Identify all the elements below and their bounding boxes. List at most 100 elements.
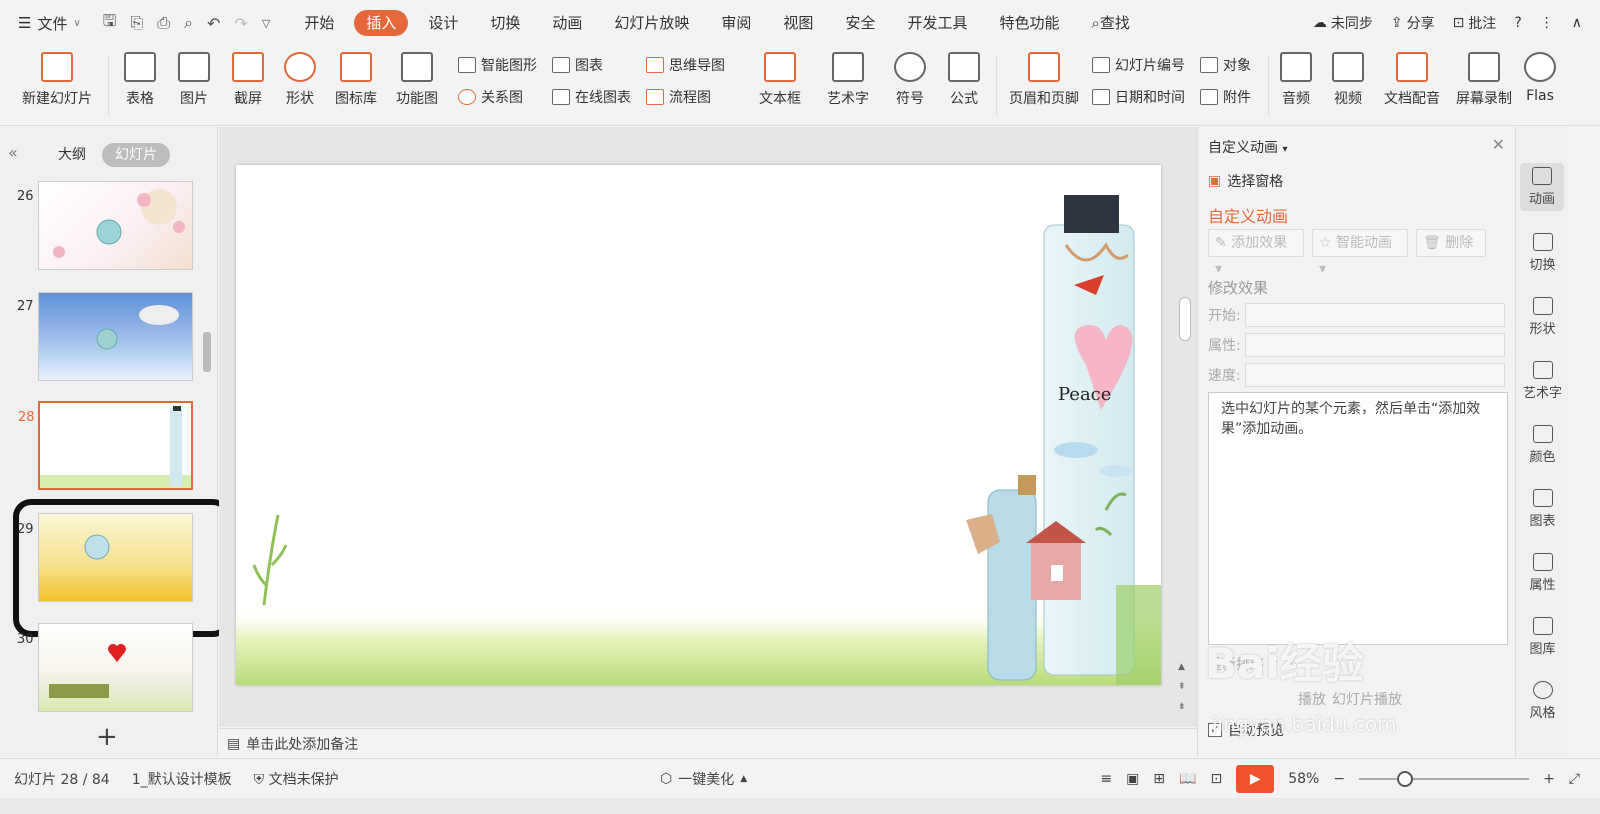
search-button[interactable]: ⌕查找: [1075, 10, 1145, 36]
icon-library-button[interactable]: 图标库: [333, 52, 379, 108]
kebab-icon[interactable]: ⋮: [1540, 15, 1554, 31]
protect-status[interactable]: ⛨ 文档未保护: [254, 769, 339, 789]
shape-button[interactable]: 形状: [280, 52, 320, 108]
new-slide-button[interactable]: 新建幻灯片: [14, 52, 100, 108]
slide-thumbnail-26[interactable]: [38, 181, 193, 270]
file-menu[interactable]: ☰ 文件 ∨: [18, 13, 81, 34]
template-name[interactable]: 1_默认设计模板: [132, 769, 232, 789]
redo-icon[interactable]: ↷: [234, 14, 247, 33]
attachment-button[interactable]: 附件: [1200, 86, 1251, 108]
sync-button[interactable]: ☁ 未同步: [1313, 13, 1373, 33]
audio-button[interactable]: 音频: [1274, 52, 1318, 108]
play-button[interactable]: 播放: [1298, 689, 1326, 709]
sidebar-item-style[interactable]: 风格: [1516, 681, 1569, 721]
presenter-view-icon[interactable]: ⊡: [1210, 771, 1222, 787]
zoom-level[interactable]: 58%: [1288, 771, 1319, 787]
tab-developer[interactable]: 开发工具: [891, 10, 983, 36]
relation-chart-button[interactable]: 关系图: [458, 86, 523, 108]
smart-animation-button[interactable]: ☆ 智能动画 ▾: [1312, 229, 1408, 277]
tab-outline[interactable]: 大纲: [58, 143, 86, 167]
tab-review[interactable]: 审阅: [705, 10, 767, 36]
panel-scrollbar[interactable]: [203, 332, 211, 372]
tab-animation[interactable]: 动画: [536, 10, 598, 36]
video-button[interactable]: 视频: [1326, 52, 1370, 108]
more-icon[interactable]: ▽: [262, 17, 270, 30]
online-chart-button[interactable]: 在线图表: [552, 86, 631, 108]
sidebar-item-animation[interactable]: 动画: [1520, 163, 1564, 211]
slide-thumbnail-27[interactable]: [38, 292, 193, 381]
screenshot-button[interactable]: 截屏: [226, 52, 270, 108]
tab-slides[interactable]: 幻灯片: [102, 143, 170, 167]
slide-number-button[interactable]: 幻灯片编号: [1092, 54, 1185, 76]
collapse-ribbon-icon[interactable]: ∧: [1572, 15, 1582, 31]
zoom-slider[interactable]: [1359, 770, 1530, 787]
flash-button[interactable]: Flas: [1522, 52, 1558, 104]
pane-title[interactable]: 自定义动画 ▾: [1208, 137, 1287, 157]
chart-button[interactable]: 图表: [552, 54, 603, 76]
add-effect-button[interactable]: ✎ 添加效果 ▾: [1208, 229, 1304, 277]
convert-icon[interactable]: ⎘: [130, 13, 143, 33]
tab-insert[interactable]: 插入: [354, 10, 409, 36]
slide-thumbnail-28[interactable]: [38, 401, 193, 490]
start-dropdown[interactable]: [1244, 303, 1505, 327]
zoom-in-icon[interactable]: +: [1543, 771, 1555, 787]
prev-slide-icon[interactable]: ⇞: [1178, 682, 1186, 692]
smartart-button[interactable]: 智能图形: [458, 54, 537, 76]
comment-button[interactable]: ⊡ 批注: [1453, 13, 1497, 33]
dubbing-button[interactable]: 文档配音: [1380, 52, 1444, 108]
tab-design[interactable]: 设计: [412, 10, 474, 36]
animation-list[interactable]: 选中幻灯片的某个元素，然后单击“添加效果”添加动画。: [1208, 392, 1508, 645]
symbol-button[interactable]: 符号: [888, 52, 932, 108]
object-button[interactable]: 对象: [1200, 54, 1251, 76]
undo-icon[interactable]: ↶: [207, 14, 220, 33]
notes-area[interactable]: ▤ 单击此处添加备注: [219, 728, 1197, 758]
save-icon[interactable]: 🖫: [103, 10, 117, 37]
collapse-panel-icon[interactable]: «: [8, 143, 18, 162]
tab-slideshow[interactable]: 幻灯片放映: [598, 10, 705, 36]
close-icon[interactable]: ✕: [1492, 135, 1505, 154]
image-button[interactable]: 图片: [174, 52, 214, 108]
delete-button[interactable]: 🗑 删除: [1416, 229, 1486, 257]
formula-button[interactable]: 公式: [942, 52, 986, 108]
sidebar-item-wordart[interactable]: 艺术字: [1516, 361, 1569, 401]
zoom-out-icon[interactable]: −: [1333, 771, 1345, 787]
tab-security[interactable]: 安全: [829, 10, 891, 36]
slide-thumbnail-29[interactable]: [38, 513, 193, 602]
current-slide[interactable]: Peace: [236, 165, 1161, 685]
next-slide-icon[interactable]: ⇟: [1178, 702, 1186, 712]
function-chart-button[interactable]: 功能图: [390, 52, 444, 108]
sorter-view-icon[interactable]: ⊞: [1153, 771, 1165, 787]
fit-window-icon[interactable]: ⤢: [1569, 771, 1580, 787]
sidebar-item-gallery[interactable]: 图库: [1516, 617, 1569, 657]
screen-record-button[interactable]: 屏幕录制: [1452, 52, 1516, 108]
selection-pane-button[interactable]: ▣ 选择窗格: [1208, 171, 1283, 191]
table-button[interactable]: 表格: [120, 52, 160, 108]
preview-icon[interactable]: ⌕: [184, 13, 193, 33]
sidebar-item-shape[interactable]: 形状: [1516, 297, 1569, 337]
slide-thumbnail-30[interactable]: [38, 623, 193, 712]
slideshow-button[interactable]: 幻灯片播放: [1332, 689, 1402, 709]
print-icon[interactable]: ⎙: [157, 13, 170, 33]
zoom-slider-knob[interactable]: [1397, 770, 1414, 787]
beautify-button[interactable]: ⬡ 一键美化 ▲: [660, 769, 747, 789]
tab-view[interactable]: 视图: [767, 10, 829, 36]
tab-special[interactable]: 特色功能: [983, 10, 1075, 36]
sidebar-item-chart[interactable]: 图表: [1516, 489, 1569, 529]
share-button[interactable]: ⇪ 分享: [1391, 13, 1435, 33]
notes-toggle-icon[interactable]: ≡: [1100, 771, 1112, 787]
property-dropdown[interactable]: [1244, 333, 1505, 357]
canvas-scrollbar[interactable]: [1179, 297, 1191, 341]
date-time-button[interactable]: 日期和时间: [1092, 86, 1185, 108]
flowchart-button[interactable]: 流程图: [646, 86, 711, 108]
mindmap-button[interactable]: 思维导图: [646, 54, 725, 76]
speed-dropdown[interactable]: [1244, 363, 1505, 387]
sidebar-item-property[interactable]: 属性: [1516, 553, 1569, 593]
sidebar-item-transition[interactable]: 切换: [1516, 233, 1569, 273]
help-icon[interactable]: ?: [1514, 15, 1521, 31]
normal-view-icon[interactable]: ▣: [1126, 771, 1139, 787]
header-footer-button[interactable]: 页眉和页脚: [1006, 52, 1082, 108]
wordart-button[interactable]: 艺术字: [820, 52, 876, 108]
tab-transition[interactable]: 切换: [474, 10, 536, 36]
tab-home[interactable]: 开始: [288, 10, 350, 36]
add-slide-button[interactable]: +: [96, 722, 118, 752]
